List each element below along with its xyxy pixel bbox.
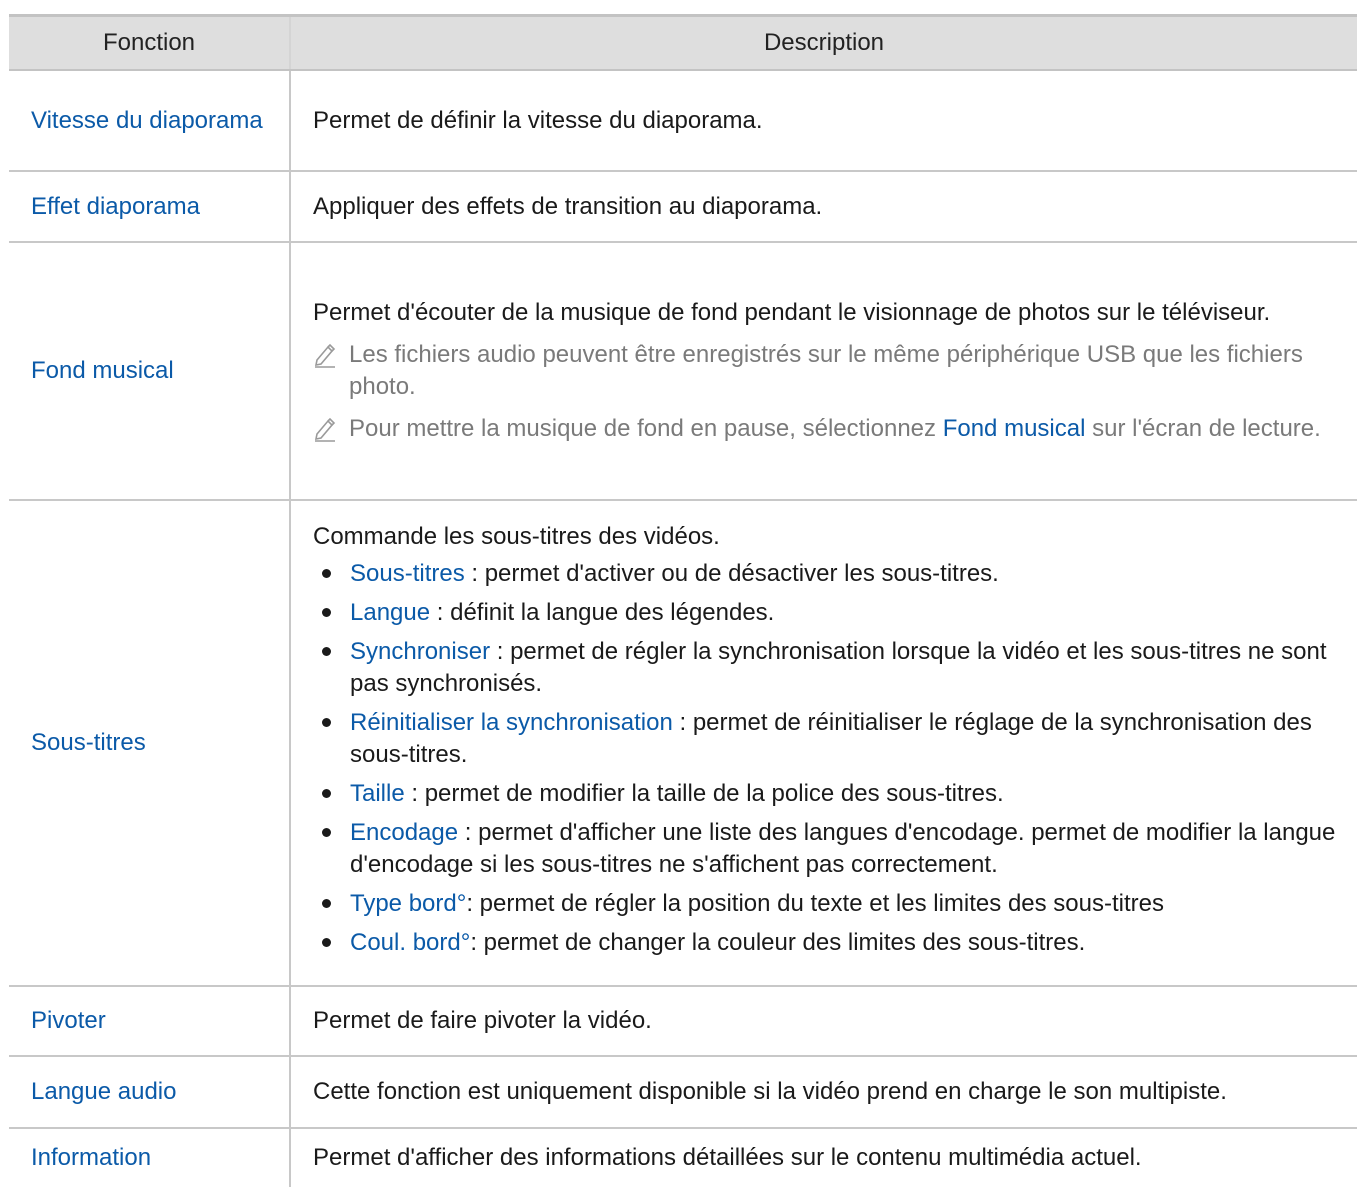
- list-item-term: Coul. bord°: [350, 928, 471, 956]
- list-item: Coul. bord°: permet de changer la couleu…: [313, 927, 1347, 959]
- description-text: Commande les sous-titres des vidéos.: [313, 522, 720, 550]
- bullet-dot-icon: [313, 707, 350, 739]
- list-item-term: Synchroniser: [350, 637, 491, 665]
- bullet-dot-icon: [313, 927, 350, 959]
- list-item-text: : permet d'afficher une liste des langue…: [350, 818, 1336, 878]
- note: Les fichiers audio peuvent être enregist…: [313, 339, 1347, 403]
- bullet-dot-icon: [313, 888, 350, 920]
- list-item-text: : permet de régler la synchronisation lo…: [350, 637, 1327, 697]
- list-item: Réinitialiser la synchronisation : perme…: [313, 707, 1347, 771]
- pencil-note-icon: [313, 413, 349, 445]
- note-link-fond-musical: Fond musical: [942, 415, 1086, 442]
- description-cell: Permet d'afficher des informations détai…: [313, 1144, 1142, 1171]
- function-cell: Fond musical: [9, 242, 291, 501]
- table-header-row: Fonction Description: [9, 14, 1357, 71]
- header-description: Description: [289, 14, 1357, 71]
- table-row: Fond musical Permet d'écouter de la musi…: [9, 242, 1357, 501]
- list-item-term: Langue: [350, 598, 431, 626]
- bullet-dot-icon: [313, 817, 350, 849]
- table-row: Information Permet d'afficher des inform…: [9, 1128, 1357, 1187]
- note-text-after: sur l'écran de lecture.: [1085, 415, 1321, 442]
- list-item-term: Type bord°: [350, 889, 467, 917]
- function-cell: Vitesse du diaporama: [9, 70, 291, 172]
- table-row: Vitesse du diaporama Permet de définir l…: [9, 70, 1357, 172]
- list-item-text: : permet de modifier la taille de la pol…: [404, 779, 1004, 807]
- function-table: Fonction Description Vitesse du diaporam…: [9, 14, 1357, 1187]
- list-item: Synchroniser : permet de régler la synch…: [313, 636, 1347, 700]
- list-item-term: Encodage: [350, 818, 459, 846]
- bullet-dot-icon: [313, 597, 350, 629]
- list-item: Sous-titres : permet d'activer ou de dés…: [313, 558, 1347, 590]
- table-row: Effet diaporama Appliquer des effets de …: [9, 171, 1357, 243]
- list-item-term: Taille: [350, 779, 405, 807]
- table-row: Pivoter Permet de faire pivoter la vidéo…: [9, 986, 1357, 1057]
- bullet-dot-icon: [313, 558, 350, 590]
- list-item-text: : permet de changer la couleur des limit…: [470, 928, 1086, 956]
- subtitle-options-list: Sous-titres : permet d'activer ou de dés…: [313, 558, 1347, 959]
- bullet-dot-icon: [313, 636, 350, 668]
- note-text: Pour mettre la musique de fond en pause,…: [349, 413, 1321, 445]
- list-item: Taille : permet de modifier la taille de…: [313, 778, 1347, 810]
- table-row: Langue audio Cette fonction est uniqueme…: [9, 1056, 1357, 1129]
- description-cell: Permet d'écouter de la musique de fond p…: [290, 242, 1357, 501]
- function-cell: Langue audio: [9, 1056, 291, 1129]
- list-item-term: Réinitialiser la synchronisation: [350, 708, 673, 736]
- list-item-term: Sous-titres: [350, 559, 465, 587]
- note-text-before: Pour mettre la musique de fond en pause,…: [349, 415, 943, 442]
- header-function: Fonction: [9, 14, 291, 71]
- function-cell: Sous-titres: [9, 500, 291, 987]
- list-item-text: : permet d'activer ou de désactiver les …: [464, 559, 999, 587]
- note: Pour mettre la musique de fond en pause,…: [313, 413, 1347, 445]
- list-item: Encodage : permet d'afficher une liste d…: [313, 817, 1347, 881]
- list-item-text: : définit la langue des légendes.: [430, 598, 775, 626]
- list-item: Type bord°: permet de régler la position…: [313, 888, 1347, 920]
- description-cell: Permet de faire pivoter la vidéo.: [290, 986, 1357, 1057]
- table-row: Sous-titres Commande les sous-titres des…: [9, 500, 1357, 987]
- note-text: Les fichiers audio peuvent être enregist…: [349, 341, 1303, 400]
- list-item-text: : permet de régler la position du texte …: [466, 889, 1164, 917]
- bullet-dot-icon: [313, 778, 350, 810]
- function-cell: Information: [9, 1128, 291, 1187]
- function-cell: Effet diaporama: [9, 171, 291, 243]
- description-cell: Appliquer des effets de transition au di…: [290, 171, 1357, 243]
- pencil-note-icon: [313, 339, 349, 371]
- description-cell: Permet de définir la vitesse du diaporam…: [290, 70, 1357, 172]
- description-text: Permet d'écouter de la musique de fond p…: [313, 299, 1271, 326]
- list-item: Langue : définit la langue des légendes.: [313, 597, 1347, 629]
- description-cell: Commande les sous-titres des vidéos. Sou…: [290, 500, 1357, 987]
- function-cell: Pivoter: [9, 986, 291, 1057]
- description-cell: Cette fonction est uniquement disponible…: [290, 1056, 1357, 1129]
